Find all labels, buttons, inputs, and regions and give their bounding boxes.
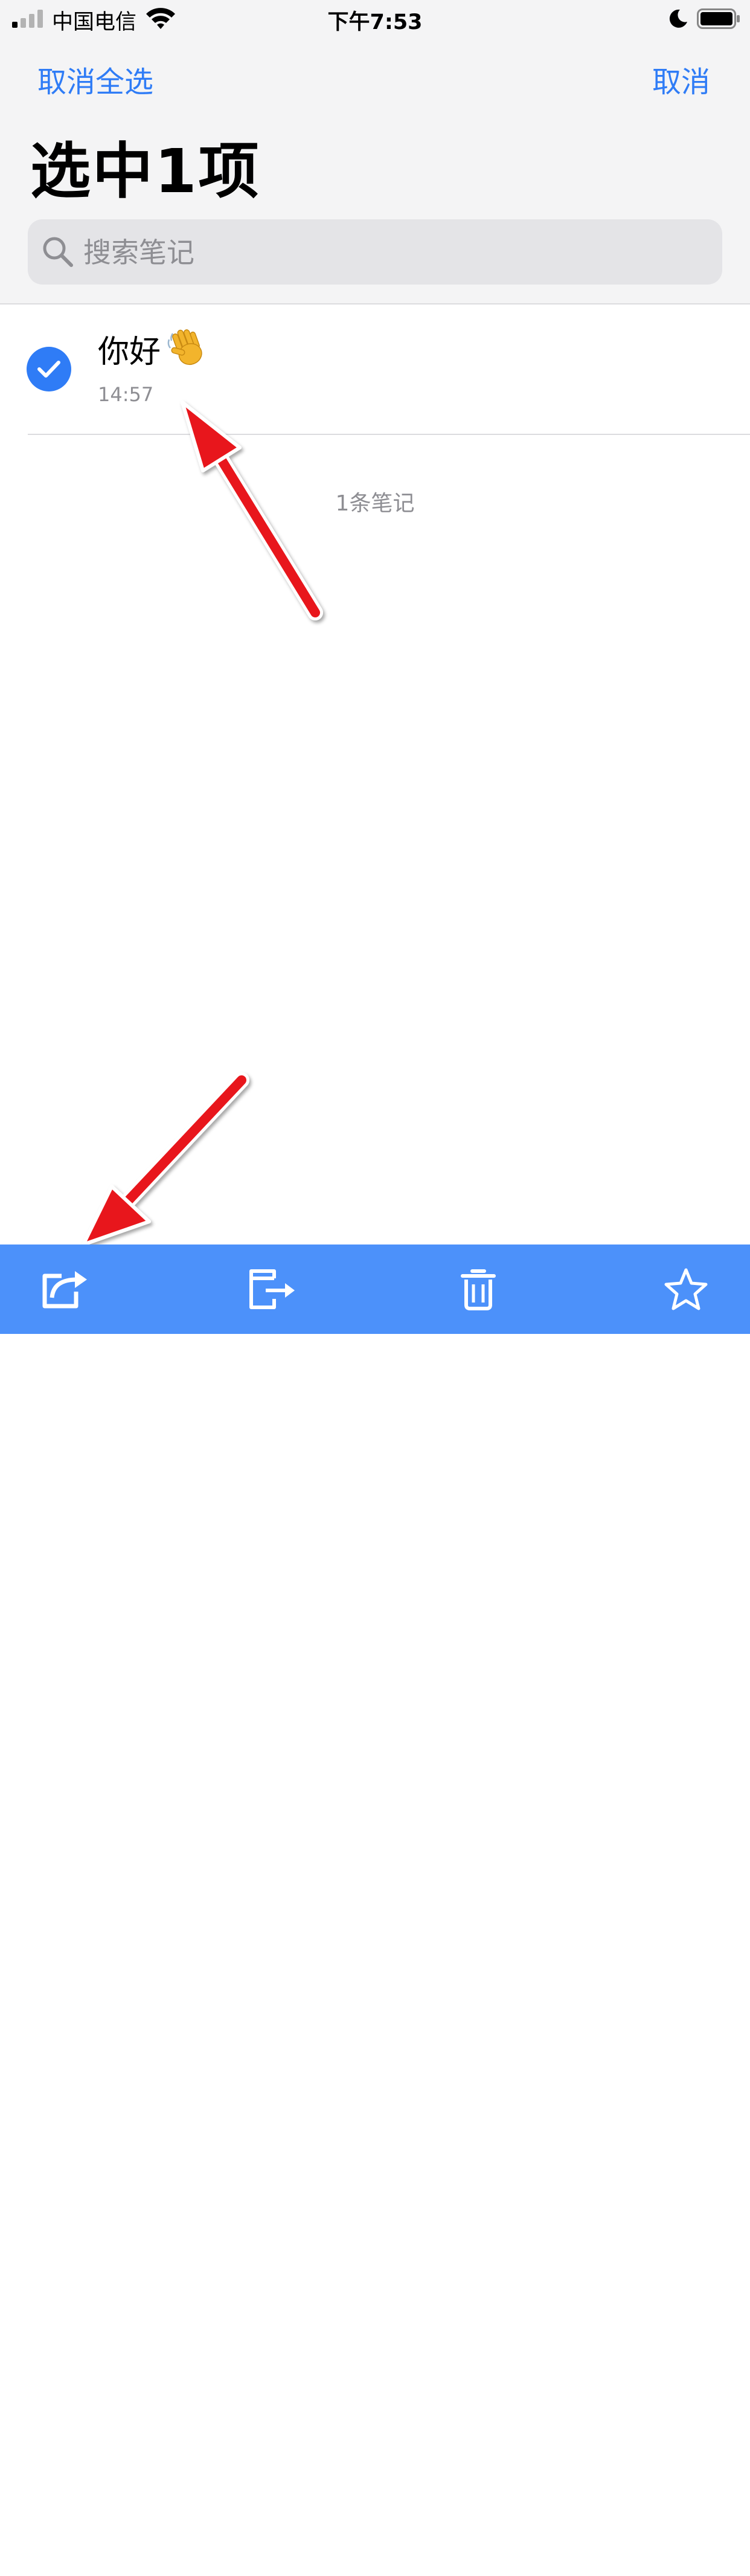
cancel-button[interactable]: 取消 bbox=[652, 58, 710, 100]
page-title: 选中1项 bbox=[30, 136, 261, 207]
note-list-item[interactable]: 你好 14:57 bbox=[0, 304, 750, 435]
note-title: 你好 bbox=[98, 334, 161, 370]
watermark-sub: 经验 bbox=[670, 2511, 723, 2542]
do-not-disturb-moon-icon bbox=[669, 9, 687, 28]
deselect-all-button[interactable]: 取消全选 bbox=[37, 58, 153, 100]
checkmark-icon bbox=[37, 361, 60, 378]
list-divider bbox=[28, 434, 750, 435]
search-bar[interactable] bbox=[28, 219, 722, 285]
annotation-arrow-down bbox=[82, 1072, 249, 1246]
trash-icon bbox=[461, 1269, 496, 1310]
favorite-button[interactable] bbox=[662, 1266, 710, 1311]
note-count-label: 1条笔记 bbox=[335, 491, 415, 516]
delete-button[interactable] bbox=[454, 1266, 502, 1311]
search-input[interactable] bbox=[82, 231, 688, 274]
export-button[interactable] bbox=[40, 1266, 88, 1311]
move-icon bbox=[249, 1269, 295, 1309]
move-to-folder-button[interactable] bbox=[248, 1266, 296, 1311]
waving-hand-icon bbox=[167, 329, 202, 365]
watermark-url: jingyan.baidu.com bbox=[576, 2541, 750, 2564]
baidu-paw-logo-icon bbox=[629, 2499, 661, 2535]
baidu-jingyan-watermark: Baidu 经验 jingyan.baidu.com bbox=[574, 2499, 750, 2576]
notes-header: 取消全选 取消 选中1项 bbox=[0, 37, 750, 303]
export-icon bbox=[42, 1271, 87, 1309]
status-time: 下午7:53 bbox=[327, 10, 423, 34]
status-bar: 中国电信 下午7:53 bbox=[0, 0, 750, 37]
selection-checkbox[interactable] bbox=[27, 347, 71, 391]
battery-icon bbox=[697, 8, 740, 29]
note-timestamp: 14:57 bbox=[98, 383, 154, 406]
bottom-toolbar: Baidu 经验 jingyan.baidu.com bbox=[0, 1245, 750, 2564]
star-icon bbox=[664, 1268, 708, 1310]
search-icon bbox=[43, 237, 73, 267]
